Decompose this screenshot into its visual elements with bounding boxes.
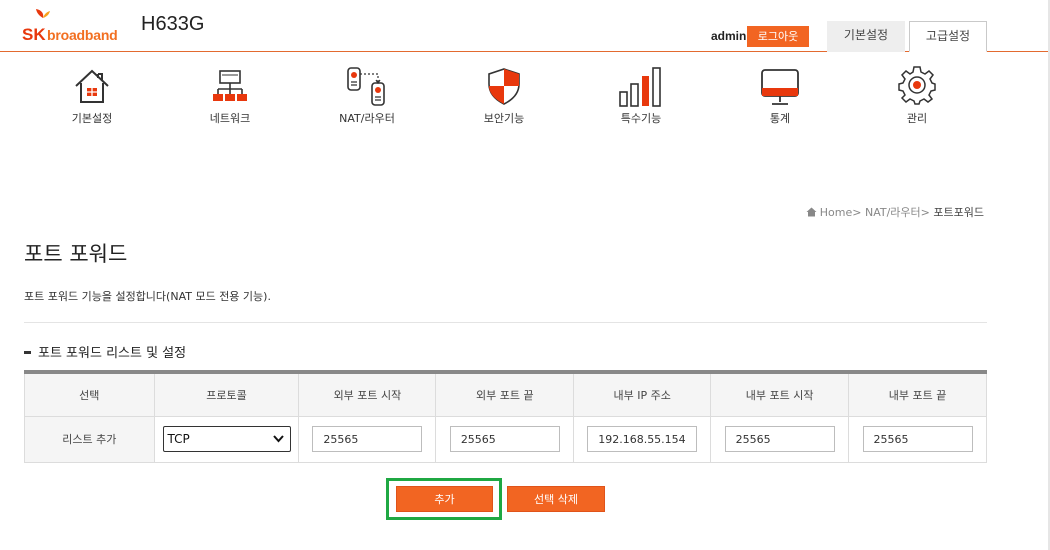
page-description: 포트 포워드 기능을 설정합니다(NAT 모드 전용 기능). — [24, 290, 271, 303]
int-ip-input[interactable] — [587, 426, 698, 452]
protocol-select[interactable]: TCP — [162, 426, 291, 452]
int-port-end-input[interactable] — [862, 426, 973, 452]
col-header-ext-port-end: 외부 포트 끝 — [435, 371, 575, 417]
butterfly-logo-icon — [36, 9, 50, 18]
breadcrumb-sep: > — [920, 206, 930, 219]
protocol-selected-value: TCP — [167, 432, 190, 446]
ext-port-end-input[interactable] — [449, 426, 560, 452]
page-title: 포트 포워드 — [24, 242, 128, 266]
row-label: 리스트 추가 — [24, 415, 155, 463]
breadcrumb-nat-router[interactable]: NAT/라우터 — [865, 206, 921, 219]
col-header-int-ip: 내부 IP 주소 — [573, 371, 712, 417]
ext-port-start-input[interactable] — [312, 426, 423, 452]
bar-chart-icon — [619, 67, 661, 107]
nav-label-security: 보안기능 — [483, 112, 525, 125]
int-port-end-cell — [848, 415, 987, 463]
ext-port-end-cell — [435, 415, 575, 463]
main-nav: 기본설정 네트워크 NAT/라우터 보안기능 특수기능 통계 관리 — [0, 62, 1050, 132]
nav-item-security[interactable]: 보안기능 — [454, 62, 554, 128]
breadcrumb: Home> NAT/라우터> 포트포워드 — [806, 204, 984, 220]
section-title-text: 포트 포워드 리스트 및 설정 — [38, 346, 187, 361]
nav-label-admin: 관리 — [906, 112, 928, 125]
section-title: 포트 포워드 리스트 및 설정 — [24, 342, 186, 361]
nav-label-network: 네트워크 — [209, 112, 251, 125]
house-icon — [75, 69, 109, 103]
col-header-protocol: 프로토콜 — [153, 371, 300, 417]
col-header-int-port-start: 내부 포트 시작 — [710, 371, 850, 417]
ext-port-start-cell — [298, 415, 437, 463]
col-header-int-port-end: 내부 포트 끝 — [848, 371, 987, 417]
nav-item-nat-router[interactable]: NAT/라우터 — [317, 62, 417, 128]
nav-label-statistics: 통계 — [769, 112, 791, 125]
delete-selected-button[interactable]: 선택 삭제 — [507, 486, 605, 512]
header: SK broadband H633G admin 로그아웃 기본설정 고급설정 — [0, 0, 1050, 52]
port-forward-table: 선택 프로토콜 외부 포트 시작 외부 포트 끝 내부 IP 주소 내부 포트 … — [24, 370, 987, 463]
tab-advanced-settings[interactable]: 고급설정 — [909, 21, 987, 52]
col-header-ext-port-start: 외부 포트 시작 — [298, 371, 437, 417]
username: admin — [711, 29, 747, 43]
nav-label-nat-router: NAT/라우터 — [339, 112, 395, 125]
network-icon — [213, 70, 247, 101]
nav-label-basic-settings: 기본설정 — [71, 112, 113, 125]
add-button[interactable]: 추가 — [396, 486, 493, 512]
shield-icon — [488, 68, 520, 105]
col-header-select: 선택 — [24, 371, 155, 417]
breadcrumb-sep: > — [852, 206, 862, 219]
section-bullet-icon — [24, 351, 31, 354]
divider — [24, 322, 987, 323]
nav-item-statistics[interactable]: 통계 — [730, 62, 830, 128]
int-port-start-input[interactable] — [724, 426, 835, 452]
protocol-cell: TCP — [153, 415, 300, 463]
nav-item-admin[interactable]: 관리 — [867, 62, 967, 128]
chevron-down-icon — [272, 435, 284, 443]
model-name: H633G — [141, 13, 205, 35]
gear-icon — [898, 66, 936, 105]
logout-button[interactable]: 로그아웃 — [747, 26, 809, 47]
breadcrumb-current: 포트포워드 — [933, 206, 984, 219]
brand-broadband: broadband — [47, 27, 118, 43]
brand-sk: SK — [22, 25, 46, 44]
nav-item-special[interactable]: 특수기능 — [591, 62, 691, 128]
table-header-row: 선택 프로토콜 외부 포트 시작 외부 포트 끝 내부 IP 주소 내부 포트 … — [24, 371, 987, 417]
nav-item-network[interactable]: 네트워크 — [180, 62, 280, 128]
sk-broadband-logo[interactable]: SK broadband — [22, 8, 122, 44]
int-ip-cell — [573, 415, 712, 463]
tab-basic-settings[interactable]: 기본설정 — [827, 21, 905, 52]
int-port-start-cell — [710, 415, 850, 463]
nav-label-special: 특수기능 — [620, 112, 662, 125]
monitor-icon — [761, 69, 799, 105]
router-icon — [347, 67, 385, 106]
home-icon — [806, 207, 817, 217]
nav-item-basic-settings[interactable]: 기본설정 — [42, 62, 142, 128]
table-row: 리스트 추가 TCP — [24, 415, 987, 463]
breadcrumb-home[interactable]: Home — [820, 206, 852, 219]
